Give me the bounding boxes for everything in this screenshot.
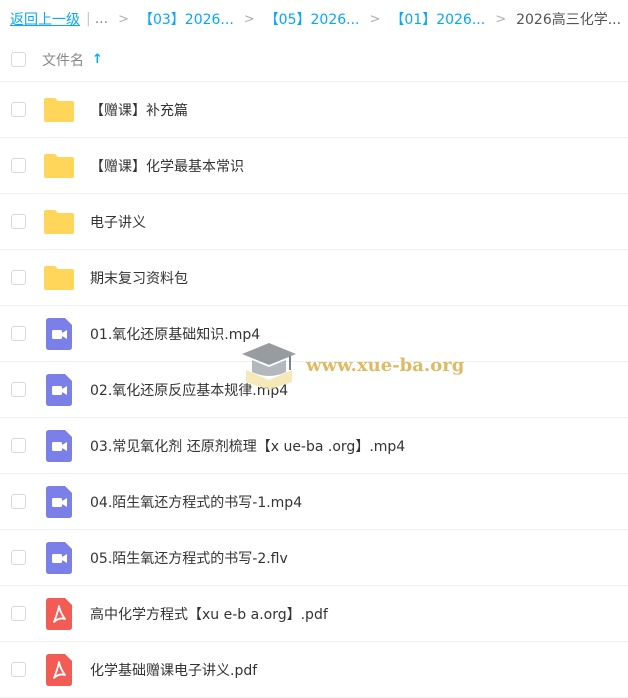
breadcrumb-link-2[interactable]: 【05】2026... (265, 9, 360, 29)
file-row[interactable]: 高中化学方程式【xu e-b a.org】.pdf (0, 586, 628, 642)
file-name[interactable]: 电子讲义 (90, 212, 146, 232)
file-row[interactable]: 【赠课】补充篇 (0, 82, 628, 138)
file-row[interactable]: 【赠课】化学最基本常识 (0, 138, 628, 194)
chevron-right-icon: > (495, 11, 507, 27)
pdf-file-icon (42, 597, 76, 631)
breadcrumb: 返回上一级 | ... > 【03】2026... > 【05】2026... … (0, 0, 628, 38)
file-name[interactable]: 03.常见氧化剂 还原剂梳理【x ue-ba .org】.mp4 (90, 436, 405, 456)
row-checkbox[interactable] (11, 270, 26, 285)
file-name[interactable]: 【赠课】化学最基本常识 (90, 156, 244, 176)
chevron-right-icon: > (243, 11, 255, 27)
row-checkbox[interactable] (11, 494, 26, 509)
file-name[interactable]: 期末复习资料包 (90, 268, 188, 288)
file-row[interactable]: 01.氧化还原基础知识.mp4 (0, 306, 628, 362)
video-file-icon (42, 541, 76, 575)
video-file-icon (42, 429, 76, 463)
file-name[interactable]: 04.陌生氧还方程式的书写-1.mp4 (90, 492, 302, 512)
breadcrumb-link-1[interactable]: 【03】2026... (139, 9, 234, 29)
row-checkbox[interactable] (11, 102, 26, 117)
file-name[interactable]: 高中化学方程式【xu e-b a.org】.pdf (90, 604, 328, 624)
file-list-header: 文件名 ↑ (0, 38, 628, 82)
column-header-filename[interactable]: 文件名 (42, 50, 84, 70)
sort-ascending-icon[interactable]: ↑ (92, 52, 103, 67)
file-row[interactable]: 03.常见氧化剂 还原剂梳理【x ue-ba .org】.mp4 (0, 418, 628, 474)
row-checkbox[interactable] (11, 606, 26, 621)
file-row[interactable]: 02.氧化还原反应基本规律.mp4 (0, 362, 628, 418)
pdf-file-icon (42, 653, 76, 687)
video-file-icon (42, 485, 76, 519)
breadcrumb-current: 2026高三化学... (516, 12, 622, 28)
file-list: 【赠课】补充篇【赠课】化学最基本常识 电子讲义期末复习资料包 01.氧化还原基础知识… (0, 82, 628, 698)
file-name[interactable]: 02.氧化还原反应基本规律.mp4 (90, 380, 288, 400)
row-checkbox[interactable] (11, 662, 26, 677)
file-row[interactable]: 电子讲义 (0, 194, 628, 250)
row-checkbox[interactable] (11, 326, 26, 341)
breadcrumb-link-3[interactable]: 【01】2026... (390, 9, 485, 29)
file-row[interactable]: 期末复习资料包 (0, 250, 628, 306)
folder-icon (42, 261, 76, 295)
file-name[interactable]: 05.陌生氧还方程式的书写-2.flv (90, 548, 288, 568)
breadcrumb-separator: | (86, 11, 91, 27)
video-file-icon (42, 317, 76, 351)
row-checkbox[interactable] (11, 214, 26, 229)
chevron-right-icon: > (369, 11, 381, 27)
row-checkbox[interactable] (11, 382, 26, 397)
back-link[interactable]: 返回上一级 (10, 9, 80, 29)
breadcrumb-ellipsis[interactable]: ... (95, 11, 108, 27)
row-checkbox[interactable] (11, 158, 26, 173)
file-name[interactable]: 01.氧化还原基础知识.mp4 (90, 324, 260, 344)
chevron-right-icon: > (118, 11, 129, 27)
file-row[interactable]: 04.陌生氧还方程式的书写-1.mp4 (0, 474, 628, 530)
file-row[interactable]: 化学基础赠课电子讲义.pdf (0, 642, 628, 698)
row-checkbox[interactable] (11, 550, 26, 565)
file-name[interactable]: 化学基础赠课电子讲义.pdf (90, 660, 257, 680)
row-checkbox[interactable] (11, 438, 26, 453)
file-name[interactable]: 【赠课】补充篇 (90, 100, 188, 120)
folder-icon (42, 93, 76, 127)
folder-icon (42, 205, 76, 239)
video-file-icon (42, 373, 76, 407)
select-all-checkbox[interactable] (11, 52, 26, 67)
file-row[interactable]: 05.陌生氧还方程式的书写-2.flv (0, 530, 628, 586)
folder-icon (42, 149, 76, 183)
